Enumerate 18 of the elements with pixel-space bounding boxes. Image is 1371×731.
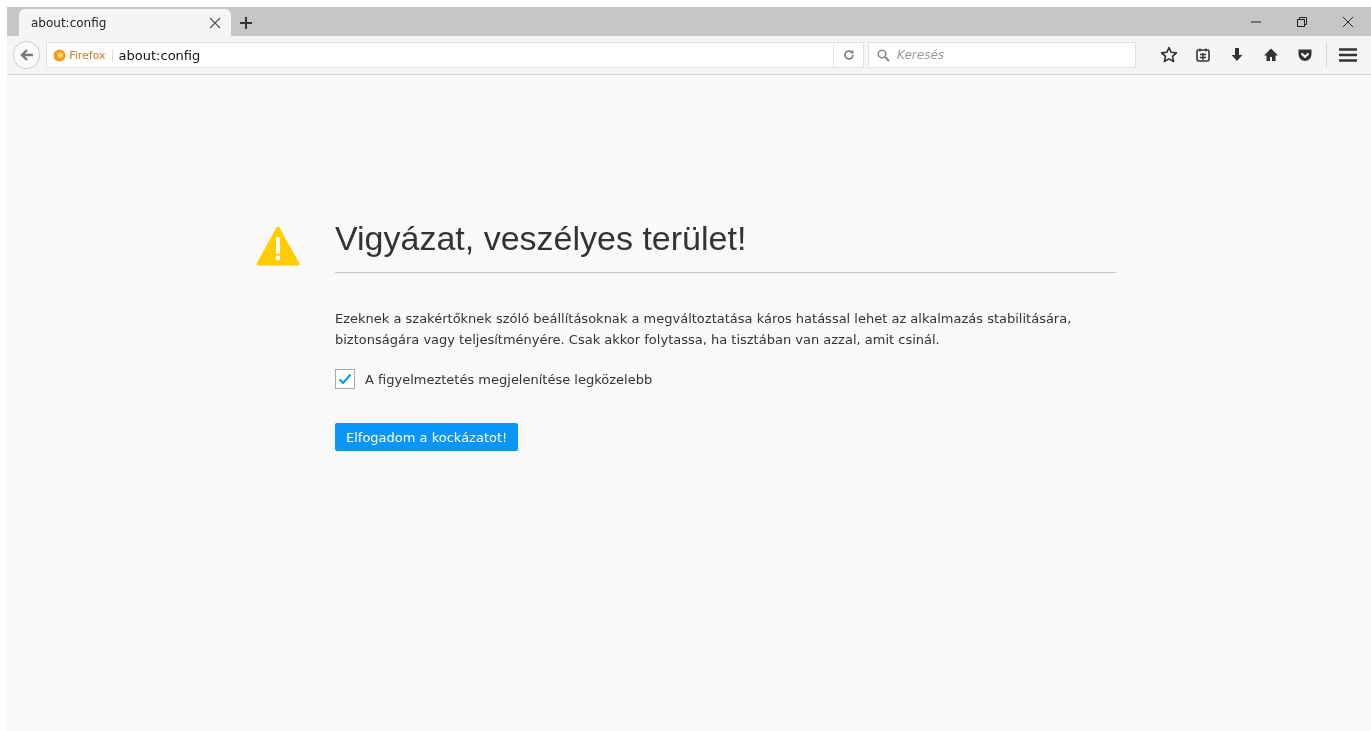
back-arrow-icon (19, 48, 34, 62)
plus-icon[interactable] (239, 15, 253, 30)
address-bar[interactable]: Firefox about:config (46, 42, 864, 68)
back-button[interactable] (13, 41, 41, 69)
checkbox[interactable] (335, 369, 355, 389)
warning-title: Vigyázat, veszélyes terület! (335, 219, 1116, 273)
reload-icon[interactable] (842, 49, 855, 61)
close-tab-icon[interactable] (209, 16, 221, 29)
url-text: about:config (118, 47, 201, 63)
restore-icon[interactable] (1296, 15, 1308, 28)
identity-label: Firefox (69, 48, 113, 62)
checkbox-label[interactable]: A figyelmeztetés megjelenítése legközelebb (365, 371, 653, 387)
warning-message: Ezeknek a szakértőknek szóló beállításoknak a megváltoztatása káros hatással lehet az alkalmazás stabilitására, biztonságára vagy teljesítményére. Csak akkor folytassa, ha tisztában van azzal, amit csinál. (335, 310, 1073, 349)
search-field[interactable]: Keresés (868, 42, 1136, 68)
warning-icon (256, 226, 300, 266)
close-icon[interactable] (1342, 15, 1354, 28)
browser-tab[interactable]: about:config (19, 9, 231, 36)
browser-logo-icon (53, 48, 67, 62)
